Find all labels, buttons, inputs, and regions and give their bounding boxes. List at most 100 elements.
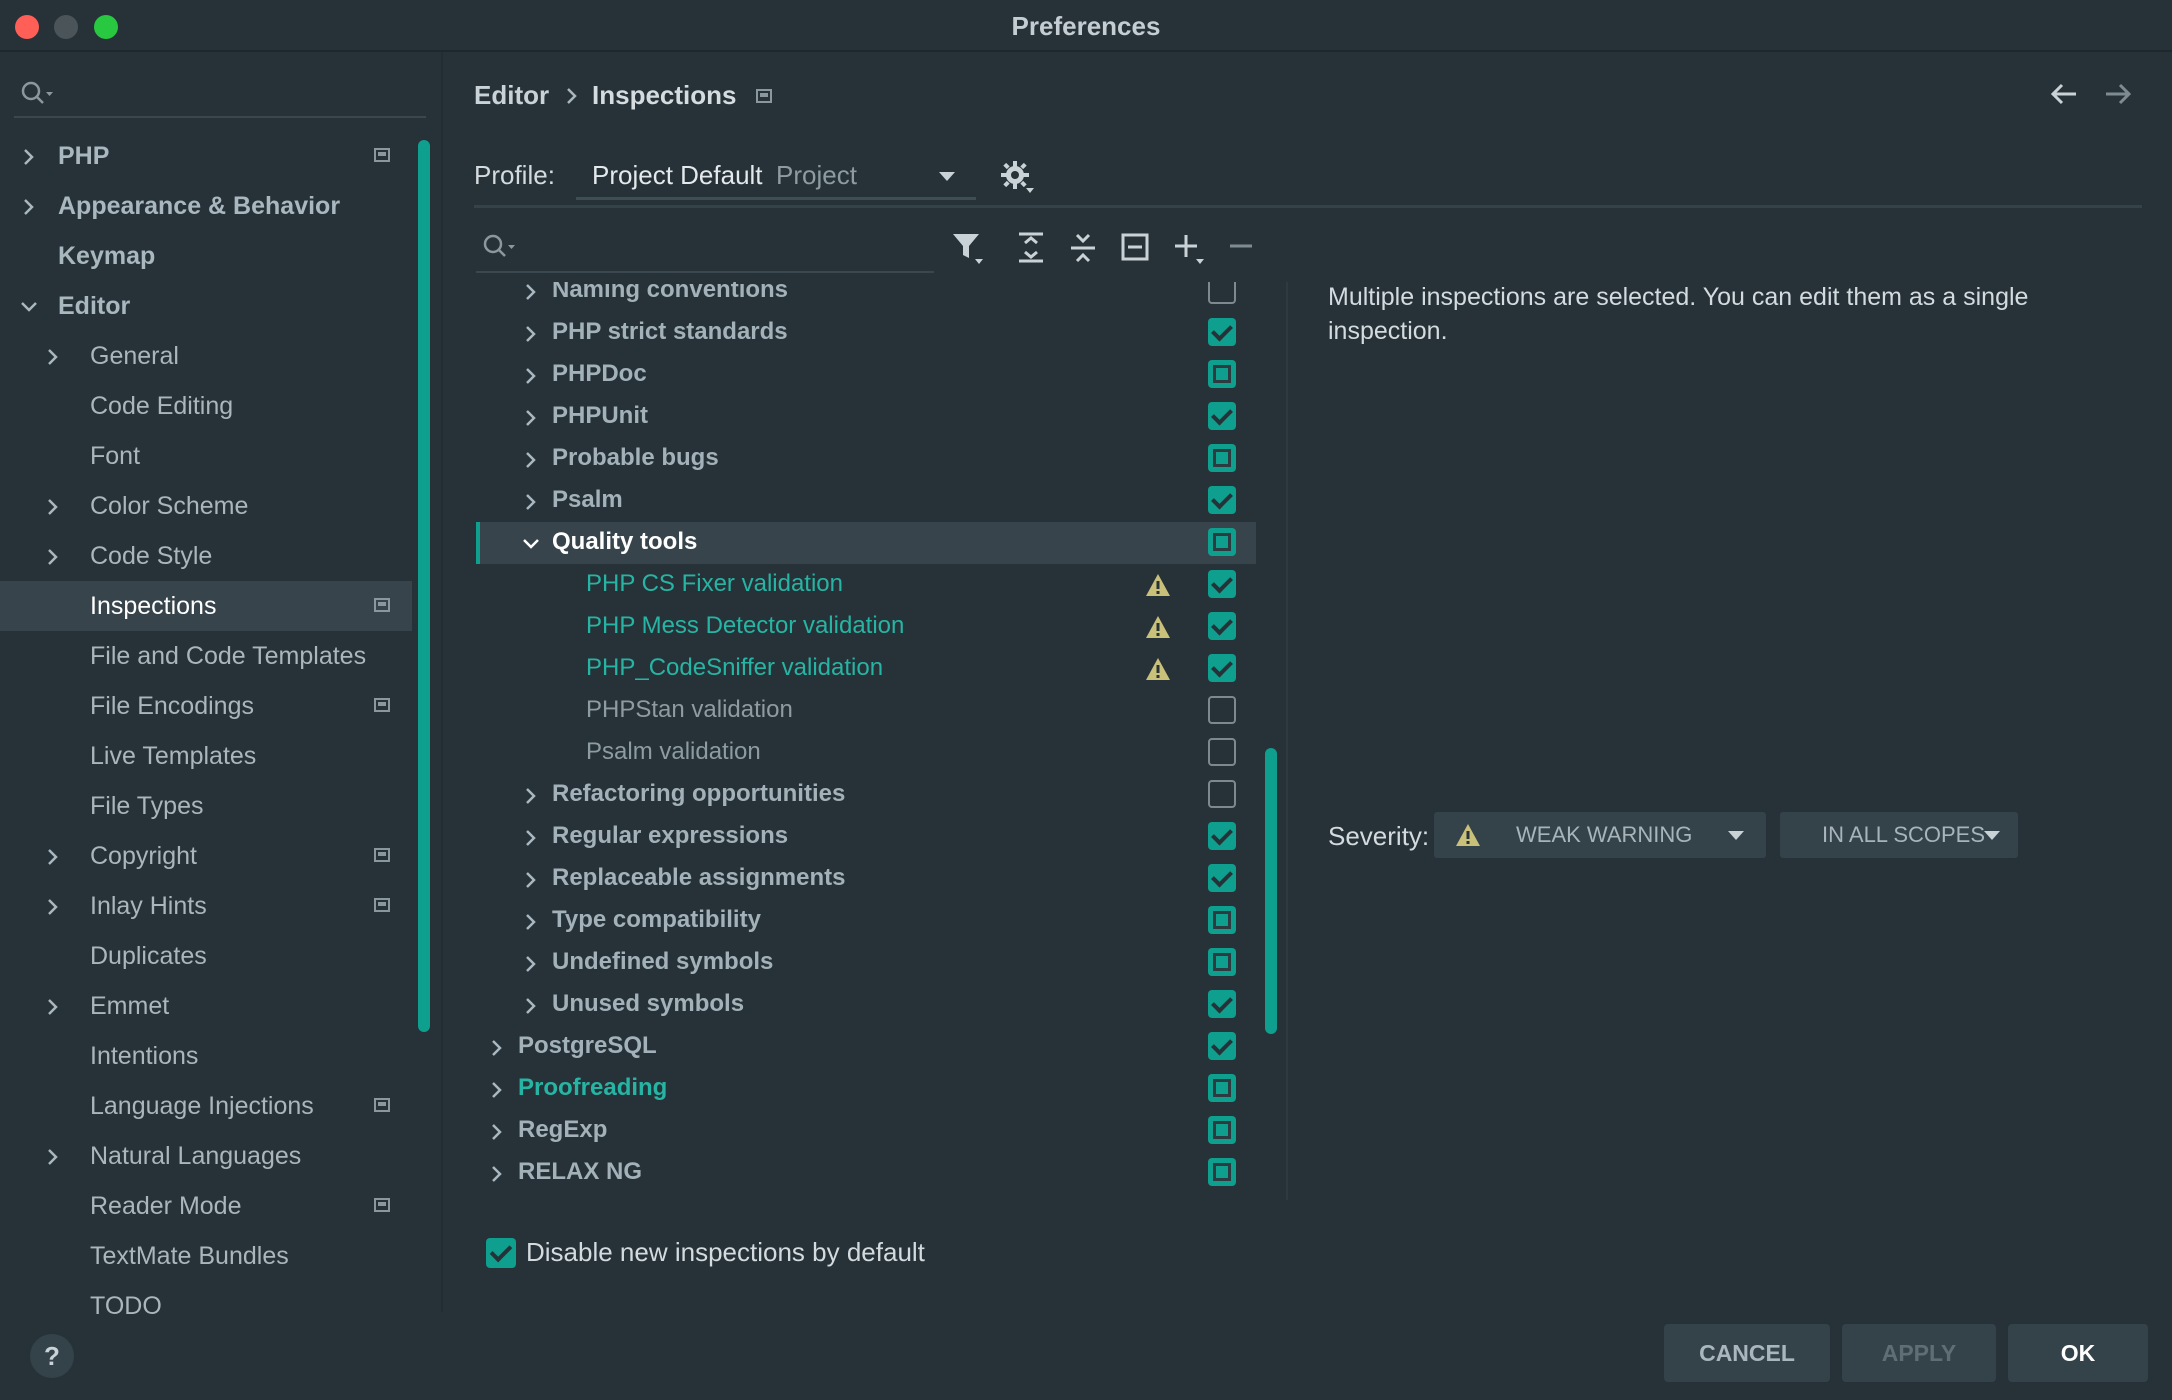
sidebar-item-appearance-behavior[interactable]: Appearance & Behavior xyxy=(0,181,412,231)
reset-to-default-icon[interactable] xyxy=(1120,230,1150,266)
sidebar-item-code-editing[interactable]: Code Editing xyxy=(0,381,412,431)
tree-row-php-mess-detector-validation[interactable]: PHP Mess Detector validation xyxy=(476,606,1256,648)
inspection-enabled-checkbox[interactable] xyxy=(1208,990,1236,1018)
chevron-right-icon[interactable] xyxy=(20,148,38,166)
inspection-enabled-checkbox[interactable] xyxy=(1208,528,1236,556)
chevron-right-icon[interactable] xyxy=(20,198,38,216)
inspection-enabled-checkbox[interactable] xyxy=(1208,570,1236,598)
tree-row-php-codesniffer-validation[interactable]: PHP_CodeSniffer validation xyxy=(476,648,1256,690)
inspection-enabled-checkbox[interactable] xyxy=(1208,318,1236,346)
inspection-enabled-checkbox[interactable] xyxy=(1208,282,1236,304)
chevron-right-icon[interactable] xyxy=(44,498,62,516)
tree-row-undefined-symbols[interactable]: Undefined symbols xyxy=(476,942,1256,984)
tree-row-unused-symbols[interactable]: Unused symbols xyxy=(476,984,1256,1026)
tree-row-postgresql[interactable]: PostgreSQL xyxy=(476,1026,1256,1068)
tree-row-php-strict-standards[interactable]: PHP strict standards xyxy=(476,312,1256,354)
chevron-down-icon[interactable] xyxy=(522,535,540,553)
chevron-right-icon[interactable] xyxy=(522,871,540,889)
sidebar-search-input[interactable] xyxy=(14,72,426,118)
inspection-enabled-checkbox[interactable] xyxy=(1208,738,1236,766)
tree-row-naming-conventions[interactable]: Naming conventions xyxy=(476,282,1256,312)
chevron-right-icon[interactable] xyxy=(522,787,540,805)
inspection-enabled-checkbox[interactable] xyxy=(1208,822,1236,850)
inspection-enabled-checkbox[interactable] xyxy=(1208,444,1236,472)
sidebar-item-color-scheme[interactable]: Color Scheme xyxy=(0,481,412,531)
tree-row-phpstan-validation[interactable]: PHPStan validation xyxy=(476,690,1256,732)
chevron-right-icon[interactable] xyxy=(522,409,540,427)
sidebar-item-file-encodings[interactable]: File Encodings xyxy=(0,681,412,731)
inspection-enabled-checkbox[interactable] xyxy=(1208,612,1236,640)
sidebar-scrollbar[interactable] xyxy=(418,140,430,1032)
inspection-enabled-checkbox[interactable] xyxy=(1208,1074,1236,1102)
chevron-right-icon[interactable] xyxy=(522,325,540,343)
tree-row-php-cs-fixer-validation[interactable]: PHP CS Fixer validation xyxy=(476,564,1256,606)
chevron-right-icon[interactable] xyxy=(44,898,62,916)
chevron-right-icon[interactable] xyxy=(488,1123,506,1141)
inspection-enabled-checkbox[interactable] xyxy=(1208,948,1236,976)
cancel-button[interactable]: CANCEL xyxy=(1664,1324,1830,1382)
inspections-tree-scrollbar[interactable] xyxy=(1265,748,1277,1034)
chevron-right-icon[interactable] xyxy=(44,848,62,866)
help-button[interactable]: ? xyxy=(30,1334,74,1378)
sidebar-item-file-and-code-templates[interactable]: File and Code Templates xyxy=(0,631,412,681)
chevron-right-icon[interactable] xyxy=(522,829,540,847)
arrow-right-icon[interactable] xyxy=(2102,80,2134,108)
collapse-all-icon[interactable] xyxy=(1068,230,1098,266)
inspection-enabled-checkbox[interactable] xyxy=(1208,780,1236,808)
breadcrumb-editor[interactable]: Editor xyxy=(474,80,549,111)
inspections-search-input[interactable] xyxy=(476,225,934,273)
sidebar-item-textmate-bundles[interactable]: TextMate Bundles xyxy=(0,1231,412,1281)
sidebar-item-copyright[interactable]: Copyright xyxy=(0,831,412,881)
chevron-right-icon[interactable] xyxy=(488,1081,506,1099)
inspection-enabled-checkbox[interactable] xyxy=(1208,1116,1236,1144)
sidebar-item-inlay-hints[interactable]: Inlay Hints xyxy=(0,881,412,931)
tree-row-proofreading[interactable]: Proofreading xyxy=(476,1068,1256,1110)
tree-row-type-compatibility[interactable]: Type compatibility xyxy=(476,900,1256,942)
inspection-enabled-checkbox[interactable] xyxy=(1208,1032,1236,1060)
severity-dropdown[interactable]: WEAK WARNING xyxy=(1434,812,1766,858)
inspection-enabled-checkbox[interactable] xyxy=(1208,654,1236,682)
inspection-enabled-checkbox[interactable] xyxy=(1208,1158,1236,1186)
ok-button[interactable]: OK xyxy=(2008,1324,2148,1382)
sidebar-item-emmet[interactable]: Emmet xyxy=(0,981,412,1031)
tree-row-psalm[interactable]: Psalm xyxy=(476,480,1256,522)
sidebar-item-keymap[interactable]: Keymap xyxy=(0,231,412,281)
chevron-down-icon[interactable] xyxy=(20,298,38,316)
tree-row-refactoring-opportunities[interactable]: Refactoring opportunities xyxy=(476,774,1256,816)
remove-icon[interactable] xyxy=(1228,230,1254,266)
profile-dropdown[interactable]: Project Default Project xyxy=(576,150,976,200)
sidebar-item-todo[interactable]: TODO xyxy=(0,1281,412,1331)
disable-new-inspections-label[interactable]: Disable new inspections by default xyxy=(526,1237,925,1268)
tree-row-phpunit[interactable]: PHPUnit xyxy=(476,396,1256,438)
chevron-right-icon[interactable] xyxy=(488,1039,506,1057)
expand-all-icon[interactable] xyxy=(1016,230,1046,266)
disable-new-inspections-checkbox[interactable] xyxy=(486,1238,516,1268)
sidebar-item-natural-languages[interactable]: Natural Languages xyxy=(0,1131,412,1181)
chevron-right-icon[interactable] xyxy=(522,451,540,469)
tree-row-probable-bugs[interactable]: Probable bugs xyxy=(476,438,1256,480)
scope-dropdown[interactable]: IN ALL SCOPES xyxy=(1780,812,2018,858)
tree-row-replaceable-assignments[interactable]: Replaceable assignments xyxy=(476,858,1256,900)
gear-icon[interactable] xyxy=(1000,160,1036,196)
tree-row-psalm-validation[interactable]: Psalm validation xyxy=(476,732,1256,774)
arrow-left-icon[interactable] xyxy=(2048,80,2080,108)
sidebar-item-duplicates[interactable]: Duplicates xyxy=(0,931,412,981)
tree-row-phpdoc[interactable]: PHPDoc xyxy=(476,354,1256,396)
tree-row-regexp[interactable]: RegExp xyxy=(476,1110,1256,1152)
chevron-right-icon[interactable] xyxy=(522,283,540,301)
chevron-right-icon[interactable] xyxy=(44,548,62,566)
add-icon[interactable] xyxy=(1172,230,1208,266)
inspection-enabled-checkbox[interactable] xyxy=(1208,402,1236,430)
sidebar-item-editor[interactable]: Editor xyxy=(0,281,412,331)
sidebar-item-font[interactable]: Font xyxy=(0,431,412,481)
chevron-right-icon[interactable] xyxy=(44,998,62,1016)
tree-row-regular-expressions[interactable]: Regular expressions xyxy=(476,816,1256,858)
chevron-right-icon[interactable] xyxy=(44,348,62,366)
sidebar-item-live-templates[interactable]: Live Templates xyxy=(0,731,412,781)
chevron-right-icon[interactable] xyxy=(522,913,540,931)
chevron-right-icon[interactable] xyxy=(522,367,540,385)
sidebar-item-language-injections[interactable]: Language Injections xyxy=(0,1081,412,1131)
tree-row-quality-tools[interactable]: Quality tools xyxy=(476,522,1256,564)
inspection-enabled-checkbox[interactable] xyxy=(1208,486,1236,514)
inspection-enabled-checkbox[interactable] xyxy=(1208,906,1236,934)
